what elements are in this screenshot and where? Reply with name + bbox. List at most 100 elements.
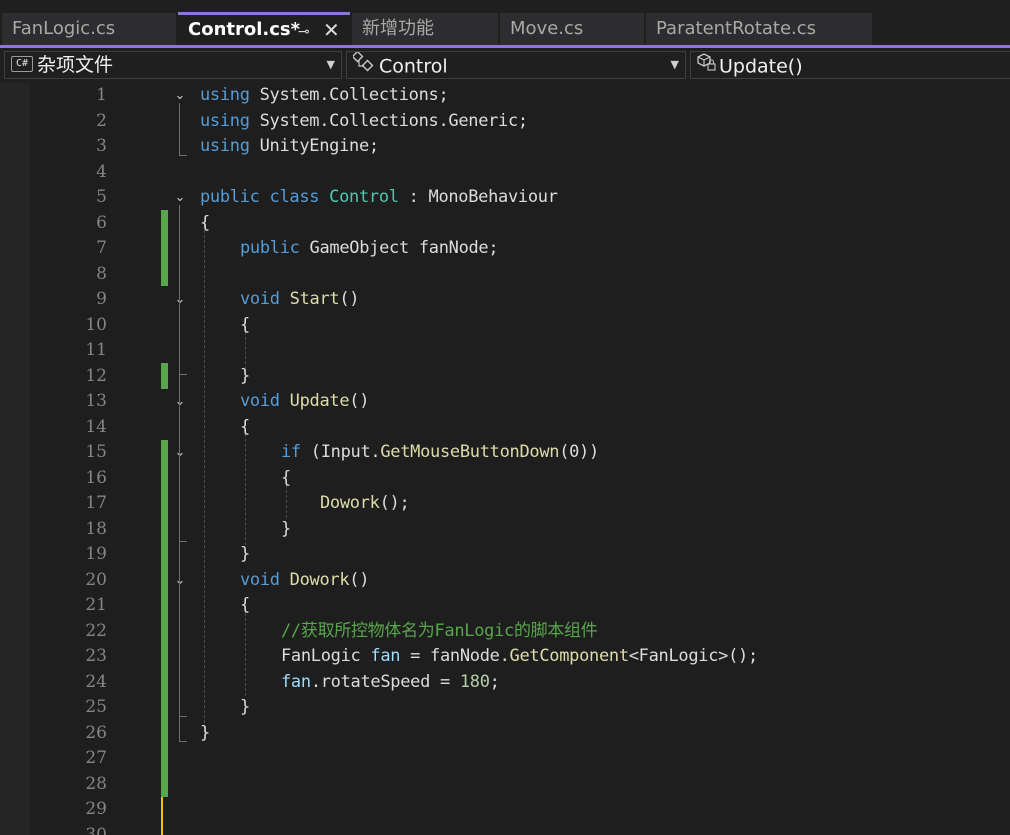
code-line-26: } [200,722,210,743]
line-number: 26 [85,722,107,743]
glyph-margin [0,83,30,835]
line-number: 24 [85,671,107,692]
fold-line [179,307,180,375]
tab-label: Move.cs [510,18,584,39]
line-number: 3 [96,136,107,156]
code-line-2: using System.Collections.Generic; [200,110,528,131]
fold-end [179,716,187,717]
code-line-1: using System.Collections; [200,85,449,105]
line-number: 19 [85,544,107,564]
fold-line [179,460,180,516]
line-number: 14 [85,416,107,437]
navigation-bar: C# 杂项文件 ▼ Control ▼ Update() [0,48,1010,83]
chevron-down-icon[interactable]: ⌄ [172,83,188,109]
line-number: 28 [85,773,107,794]
document-tab-strip: FanLogic.cs Control.cs* ⊸ ✕ 新增功能 Move.cs… [0,0,1010,47]
code-line-24: fan.rotateSpeed = 180; [281,671,500,692]
chevron-down-icon[interactable]: ⌄ [172,440,188,466]
fold-line [179,588,180,716]
chevron-down-icon[interactable]: ⌄ [172,287,188,313]
line-number: 13 [85,391,107,411]
line-number: 15 [85,442,107,462]
chevron-down-icon[interactable]: ⌄ [172,389,188,415]
line-number: 20 [85,569,107,590]
project-label: 杂项文件 [37,54,114,76]
code-line-6: { [200,212,210,233]
line-number: 7 [96,238,107,258]
unsaved-change-indicator [161,797,163,835]
line-number: 1 [96,85,107,105]
csharp-project-icon: C# [11,55,33,72]
line-number: 6 [96,212,107,233]
method-icon [697,52,717,79]
change-indicator [161,440,168,797]
code-line-25: } [240,697,250,717]
code-line-17: Dowork(); [320,493,410,513]
member-label: Update() [719,55,803,78]
line-number: 27 [85,748,107,768]
chevron-down-icon[interactable]: ⌄ [172,568,188,594]
change-indicator [161,363,168,389]
indent-guide [245,608,246,696]
code-line-19: } [240,544,250,564]
line-number: 10 [85,314,107,335]
code-line-22-comment: //获取所控物体名为FanLogic的脚本组件 [281,620,598,641]
code-line-12: } [240,365,250,386]
class-icon [351,50,375,79]
line-number: 8 [96,263,107,284]
tab-move[interactable]: Move.cs [500,13,644,45]
line-number: 25 [85,697,107,717]
code-line-16: { [281,467,291,488]
fold-end [179,155,187,156]
type-dropdown[interactable]: Control ▼ [346,50,686,79]
tab-control-active[interactable]: Control.cs* ⊸ ✕ [178,12,350,47]
line-number: 2 [96,110,107,131]
member-dropdown[interactable]: Update() [690,51,1010,79]
project-dropdown[interactable]: C# 杂项文件 ▼ [4,51,342,79]
tab-label: ParatentRotate.cs [656,18,817,39]
pin-icon[interactable]: ⊸ [298,17,310,47]
line-number: 12 [85,365,107,386]
line-number: 4 [96,161,107,182]
fold-line [179,103,180,155]
code-line-7: public GameObject fanNode; [240,238,499,258]
fold-end [179,741,187,742]
tab-label: FanLogic.cs [12,18,116,39]
tab-label: 新增功能 [362,18,434,39]
code-line-3: using UnityEngine; [200,136,379,156]
type-label: Control [379,55,448,78]
code-line-5: public class Control : MonoBehaviour [200,187,558,207]
line-number: 29 [85,799,107,819]
code-line-23: FanLogic fan = fanNode.GetComponent<FanL… [281,646,758,666]
tab-new-features[interactable]: 新增功能 [352,13,498,45]
code-line-18: } [281,518,291,539]
fold-end [179,541,187,542]
code-line-20: void Dowork() [240,569,370,590]
line-number: 5 [96,187,107,207]
code-line-10: { [240,314,250,335]
tab-fanlogic[interactable]: FanLogic.cs [2,13,176,45]
tab-label: Control.cs* [188,19,301,40]
close-icon[interactable]: ✕ [323,15,340,45]
change-indicator [161,210,168,286]
line-number: 18 [85,518,107,539]
line-number: 30 [85,824,107,835]
line-number: 21 [85,595,107,615]
chevron-down-icon[interactable]: ⌄ [172,185,188,211]
code-line-21: { [240,595,250,615]
indent-guide [245,429,246,545]
code-editor[interactable]: 1 2 3 4 5 6 7 8 9 10 11 12 13 14 15 16 1… [0,83,1010,835]
tab-paratentrotate[interactable]: ParatentRotate.cs [646,13,872,45]
line-number: 23 [85,646,107,666]
dropdown-arrow-icon: ▼ [326,58,335,71]
code-line-9: void Start() [240,289,360,309]
line-number: 11 [85,340,107,360]
code-line-15: if (Input.GetMouseButtonDown(0)) [281,442,599,462]
dropdown-arrow-icon: ▼ [670,58,679,71]
line-number: 17 [85,493,107,513]
line-number: 9 [96,289,107,309]
line-number: 16 [85,467,107,488]
code-line-14: { [240,416,250,437]
indent-guide [204,225,205,733]
fold-end [179,374,187,375]
